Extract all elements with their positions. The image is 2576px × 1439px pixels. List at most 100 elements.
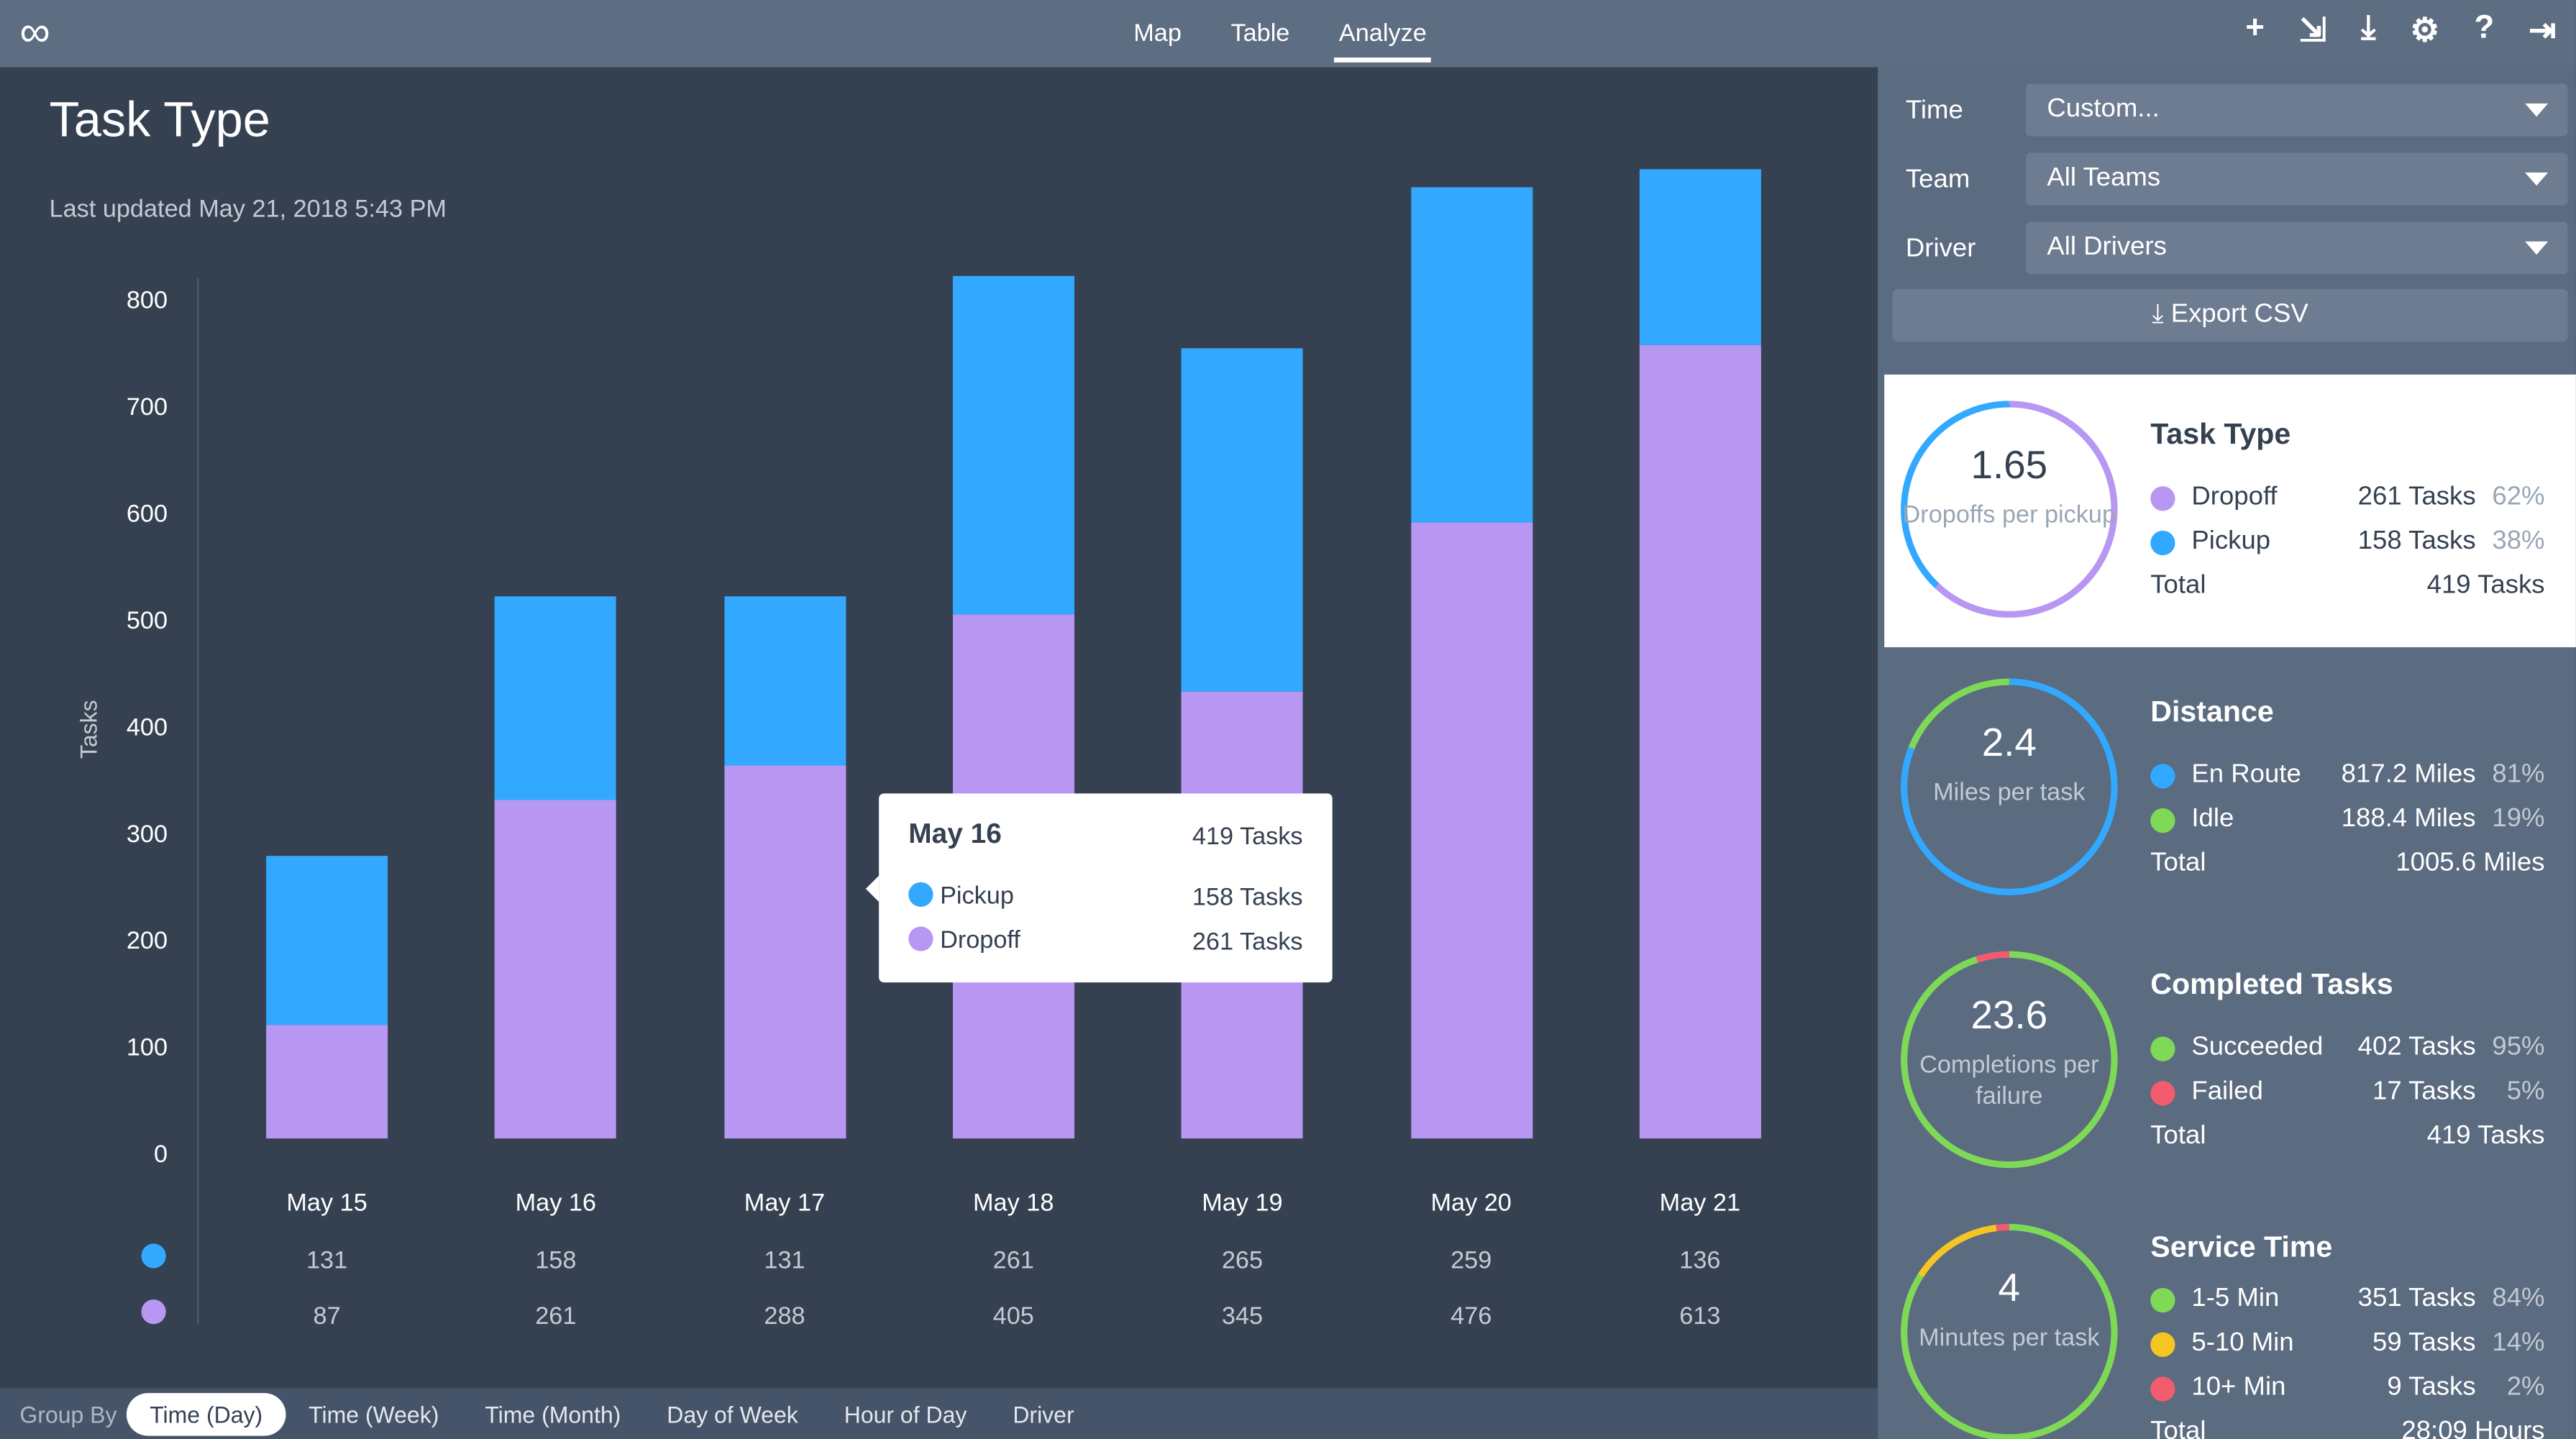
group-time-month[interactable]: Time (Month): [462, 1392, 644, 1435]
x-tick-label: May 18: [973, 1189, 1054, 1218]
x-tick-label: May 21: [1659, 1189, 1741, 1218]
card-title: Completed Tasks: [2150, 967, 2393, 1001]
bar-dropoff: [495, 800, 617, 1139]
tooltip-total: 419 Tasks: [1192, 823, 1303, 851]
legend-percent: 81%: [2492, 760, 2545, 789]
pickup-value: 265: [1221, 1246, 1264, 1275]
legend-label: Failed: [2191, 1077, 2263, 1106]
summary-card[interactable]: 1.65 Dropoffs per pickup Task Type Dropoff…: [1884, 374, 2576, 648]
group-day-of-week[interactable]: Day of Week: [644, 1392, 821, 1435]
export-csv-button[interactable]: ⤓ Export CSV: [1892, 289, 2568, 342]
time-select[interactable]: Custom...: [2025, 83, 2568, 137]
legend-dot: [2150, 1376, 2175, 1402]
team-select[interactable]: All Teams: [2025, 152, 2568, 206]
legend-value: 817.2 Miles: [2341, 760, 2476, 789]
metric-subtitle: Minutes per task: [1919, 1324, 2100, 1353]
dropoff-value: 613: [1679, 1302, 1721, 1331]
download-icon: ⤓: [2152, 301, 2164, 329]
tooltip-pickup-value: 158 Tasks: [1192, 884, 1303, 912]
pickup-dot: [908, 882, 933, 907]
top-bar: ∞ Map Table Analyze + ⇲ ⤓ ⚙ ? ⇥: [0, 0, 2576, 68]
page-title: Task Type: [49, 93, 270, 148]
total-label: Total: [2150, 1417, 2206, 1439]
dropoff-value: 405: [992, 1302, 1034, 1331]
y-tick-label: 800: [126, 286, 168, 315]
summary-card[interactable]: 23.6 Completions per failure Completed Ta…: [1884, 925, 2576, 1197]
legend-dot: [2150, 1287, 2175, 1313]
legend-value: 17 Tasks: [2372, 1077, 2476, 1106]
legend-value: 188.4 Miles: [2341, 805, 2476, 833]
driver-label: Driver: [1905, 234, 1976, 263]
main-panel: Task Type Last updated May 21, 2018 5:43…: [0, 67, 1878, 1439]
legend-label: Pickup: [2191, 527, 2271, 556]
bar-pickup: [723, 595, 846, 766]
dropoff-legend-dot: [141, 1299, 166, 1325]
logo[interactable]: ∞: [19, 10, 50, 52]
card-title: Distance: [2150, 695, 2274, 728]
y-tick-label: 700: [126, 393, 168, 421]
group-by-label: Group By: [19, 1400, 117, 1427]
legend-label: 5-10 Min: [2191, 1329, 2294, 1357]
tooltip-pickup-label: Pickup: [940, 882, 1014, 910]
logout-icon[interactable]: ⇥: [2529, 10, 2556, 51]
legend-dot: [2150, 1332, 2175, 1357]
pickup-value: 131: [306, 1246, 348, 1275]
legend-label: 10+ Min: [2191, 1373, 2286, 1402]
metric-value: 1.65: [1970, 443, 2048, 488]
time-label: Time: [1905, 96, 1963, 125]
metric-value: 2.4: [1981, 721, 2037, 766]
dropoff-value: 345: [1221, 1302, 1264, 1331]
tooltip-date: May 16: [908, 818, 1002, 850]
nav-analyze[interactable]: Analyze: [1333, 19, 1433, 63]
download-icon[interactable]: ⤓: [2361, 10, 2375, 51]
toolbar-icons: + ⇲ ⤓ ⚙ ? ⇥: [2245, 10, 2556, 51]
main-nav: Map Table Analyze: [1133, 19, 1433, 63]
legend-label: En Route: [2191, 760, 2301, 789]
group-driver[interactable]: Driver: [990, 1392, 1097, 1435]
metric-subtitle: Miles per task: [1933, 778, 2086, 807]
metric-subtitle: Dropoffs per pickup: [1902, 501, 2116, 529]
pickup-value: 136: [1679, 1246, 1721, 1275]
dropoff-value: 288: [764, 1302, 805, 1331]
legend-value: 158 Tasks: [2357, 527, 2476, 556]
last-updated: Last updated May 21, 2018 5:43 PM: [49, 195, 447, 224]
nav-map[interactable]: Map: [1133, 19, 1182, 60]
card-title: Task Type: [2150, 417, 2291, 450]
x-tick-label: May 16: [515, 1189, 596, 1218]
bar-pickup: [1181, 349, 1303, 693]
summary-card[interactable]: 2.4 Miles per task Distance En Route 817.2 …: [1884, 652, 2576, 925]
legend-dot: [2150, 1036, 2175, 1061]
nav-table[interactable]: Table: [1230, 19, 1289, 60]
y-tick-label: 500: [126, 607, 168, 635]
total-label: Total: [2150, 849, 2206, 877]
y-tick-label: 0: [153, 1141, 168, 1169]
side-panel: Time Custom... Team All Teams Driver All…: [1878, 67, 2576, 1439]
group-time-day[interactable]: Time (Day): [127, 1392, 286, 1435]
x-tick-label: May 19: [1202, 1189, 1283, 1218]
driver-select[interactable]: All Drivers: [2025, 221, 2568, 275]
total-row: Total 1005.6 Miles: [2150, 849, 2544, 879]
export-label: Export CSV: [2170, 301, 2308, 329]
import-icon[interactable]: ⇲: [2299, 10, 2326, 51]
help-icon[interactable]: ?: [2474, 10, 2494, 51]
metric-subtitle: Completions per failure: [1919, 1051, 2099, 1111]
bar-dropoff: [266, 1025, 388, 1139]
legend-label: Idle: [2191, 805, 2234, 833]
legend-dot: [2150, 808, 2175, 833]
card-title: Service Time: [2150, 1230, 2333, 1264]
dropoff-value: 476: [1451, 1302, 1492, 1331]
plus-icon[interactable]: +: [2245, 10, 2265, 51]
dropoff-value: 87: [313, 1302, 341, 1331]
summary-card[interactable]: 4 Minutes per task Service Time 1-5 Min 351…: [1884, 1197, 2576, 1439]
total-label: Total: [2150, 1122, 2206, 1151]
y-tick-label: 300: [126, 821, 168, 849]
legend-percent: 2%: [2506, 1373, 2545, 1402]
metric-value: 4: [1998, 1266, 2021, 1311]
gear-icon[interactable]: ⚙: [2410, 10, 2439, 51]
legend-percent: 5%: [2506, 1077, 2545, 1106]
group-hour-of-day[interactable]: Hour of Day: [821, 1392, 990, 1435]
legend-value: 59 Tasks: [2372, 1329, 2476, 1357]
group-time-week[interactable]: Time (Week): [286, 1392, 462, 1435]
legend-dot: [2150, 530, 2175, 556]
bar-pickup: [1639, 168, 1761, 345]
